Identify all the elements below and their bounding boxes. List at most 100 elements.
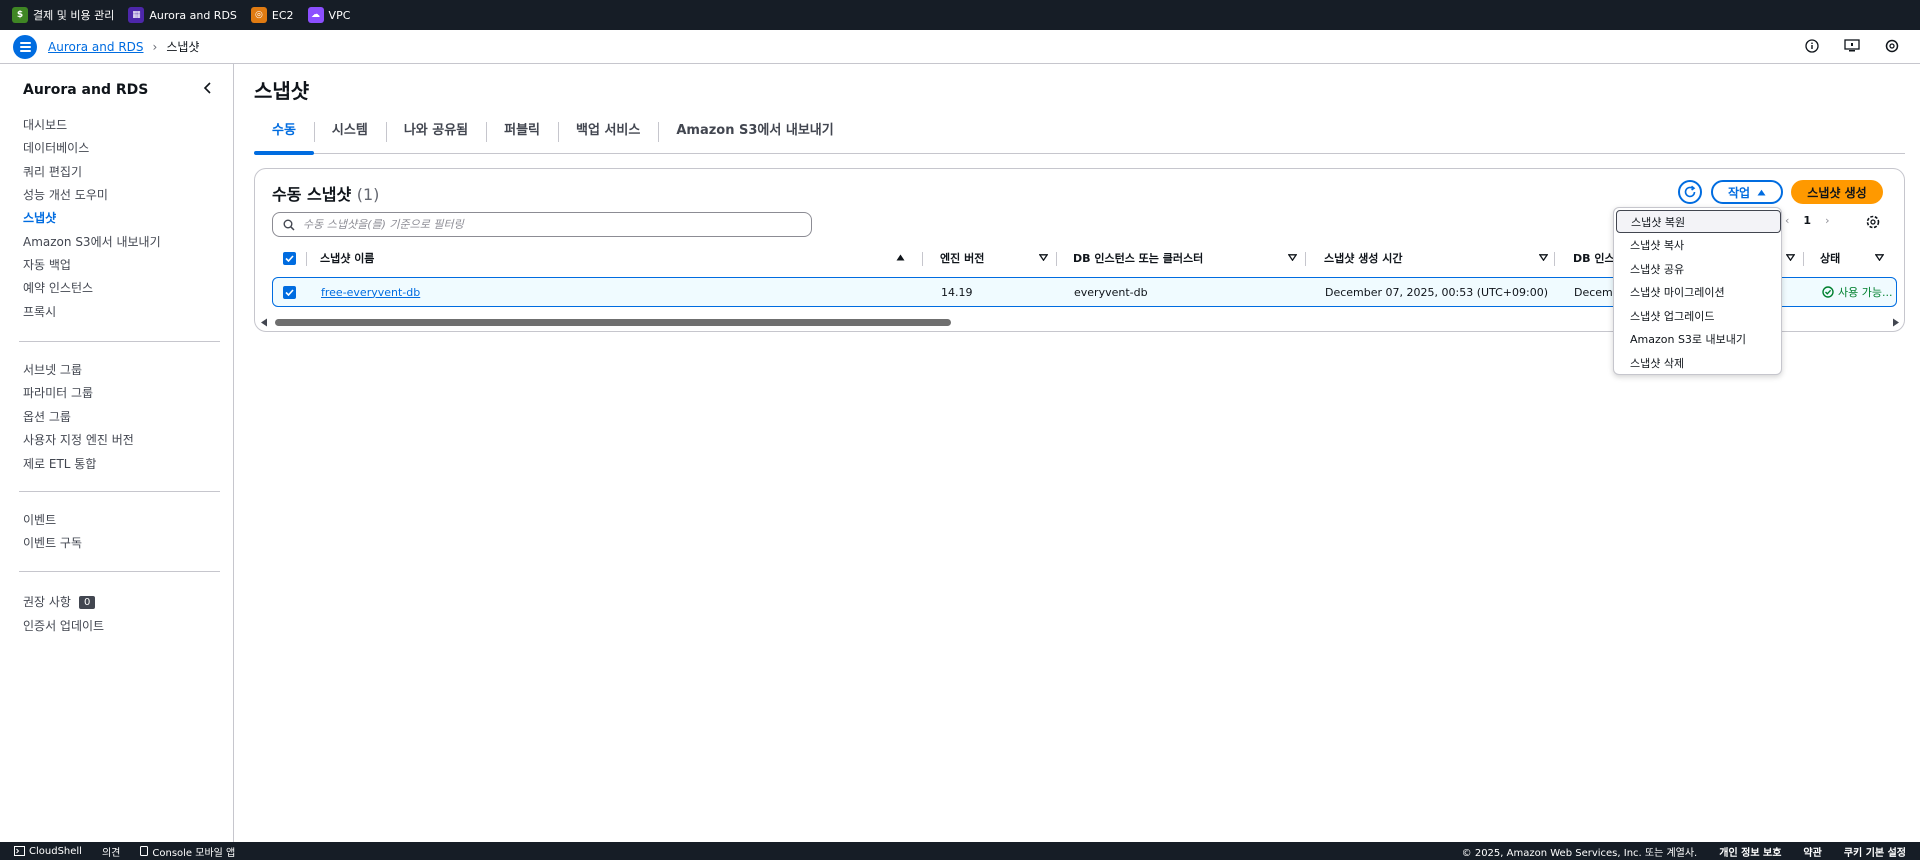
sidebar-item-certificate-update[interactable]: 인증서 업데이트 [23, 617, 104, 634]
status-success-icon [1822, 286, 1834, 298]
sidebar-item-event-subscriptions[interactable]: 이벤트 구독 [23, 534, 82, 551]
menu-item-restore-snapshot[interactable]: 스냅샷 복원 [1616, 210, 1781, 233]
table-settings-icon[interactable] [1865, 214, 1883, 232]
sidebar-item-reserved-instances[interactable]: 예약 인스턴스 [23, 279, 93, 296]
tab-system[interactable]: 시스템 [313, 118, 386, 154]
breadcrumb-current: 스냅샷 [166, 40, 200, 54]
scroll-left-icon[interactable] [260, 318, 268, 327]
column-header-engine-version[interactable]: 엔진 버전 [940, 244, 1056, 272]
actions-dropdown-menu: 스냅샷 복원 스냅샷 복사 스냅샷 공유 스냅샷 마이그레이션 스냅샷 업그레이… [1613, 207, 1782, 375]
favorite-rds[interactable]: ▦ Aurora and RDS [128, 7, 237, 23]
actions-button[interactable]: 작업 [1711, 180, 1783, 204]
breadcrumb-parent[interactable]: Aurora and RDS [48, 40, 144, 54]
column-label: 상태 [1820, 252, 1841, 265]
cell-created-time: December 07, 2025, 00:53 (UTC+09:00) [1325, 285, 1549, 299]
sort-icon [1539, 254, 1548, 261]
settings-gear-icon[interactable] [1882, 36, 1902, 56]
menu-item-delete-snapshot[interactable]: 스냅샷 삭제 [1616, 351, 1781, 374]
terms-link[interactable]: 약관 [1803, 844, 1821, 859]
scroll-right-icon[interactable] [1892, 318, 1900, 327]
panel-title: 수동 스냅샷 (1) [272, 181, 379, 205]
notifications-icon[interactable] [1842, 36, 1862, 56]
tab-public[interactable]: 퍼블릭 [486, 118, 558, 154]
tab-backup-service[interactable]: 백업 서비스 [558, 118, 658, 154]
feedback-label: 의견 [101, 847, 121, 859]
favorite-ec2[interactable]: ◎ EC2 [250, 7, 294, 23]
cloudshell-button[interactable]: CloudShell [14, 846, 82, 857]
breadcrumb-bar: Aurora and RDS › 스냅샷 [0, 30, 1920, 64]
sidebar-item-custom-engine-versions[interactable]: 사용자 지정 엔진 버전 [23, 431, 134, 448]
sidebar-item-query-editor[interactable]: 쿼리 편집기 [23, 163, 82, 180]
column-header-status[interactable]: 상태 [1820, 244, 1892, 272]
sidebar-item-zero-etl[interactable]: 제로 ETL 통합 [23, 455, 96, 472]
ec2-icon: ◎ [250, 7, 267, 23]
search-input[interactable] [303, 218, 783, 231]
menu-item-upgrade-snapshot[interactable]: 스냅샷 업그레이드 [1616, 304, 1781, 327]
sidebar-item-dashboard[interactable]: 대시보드 [23, 116, 67, 133]
favorite-vpc[interactable]: ☁ VPC [307, 7, 350, 23]
sidebar-item-performance-insights[interactable]: 성능 개선 도우미 [23, 186, 108, 203]
menu-icon[interactable] [13, 34, 37, 59]
column-header-db-instance[interactable]: DB 인스턴스 또는 클러스터 [1073, 244, 1305, 272]
sidebar-item-snapshots[interactable]: 스냅샷 [23, 209, 56, 226]
sort-icon [1288, 254, 1297, 261]
cell-status: 사용 가능... [1822, 278, 1892, 306]
column-label: 스냅샷 생성 시간 [1324, 252, 1403, 265]
sidebar-item-s3-export[interactable]: Amazon S3에서 내보내기 [23, 233, 161, 250]
favorite-billing[interactable]: $ 결제 및 비용 관리 [12, 7, 114, 23]
privacy-link[interactable]: 개인 정보 보호 [1719, 844, 1781, 859]
recommendations-count-badge: 0 [78, 596, 96, 609]
footer: CloudShell 의견 Console 모바일 앱 © 2025, Amaz… [0, 842, 1920, 860]
sidebar-item-option-groups[interactable]: 옵션 그룹 [23, 408, 71, 425]
actions-label: 작업 [1727, 185, 1751, 200]
sidebar-divider [19, 491, 220, 492]
sidebar-item-events[interactable]: 이벤트 [23, 511, 56, 528]
previous-page-icon[interactable]: ‹ [1785, 214, 1789, 227]
favorite-label: Aurora and RDS [149, 8, 237, 22]
page-number[interactable]: 1 [1803, 214, 1811, 227]
menu-item-copy-snapshot[interactable]: 스냅샷 복사 [1616, 233, 1781, 256]
column-label: DB 인스턴스 또는 클러스터 [1073, 252, 1204, 265]
column-separator [306, 252, 307, 266]
create-snapshot-button[interactable]: 스냅샷 생성 [1791, 180, 1883, 204]
sidebar-item-parameter-groups[interactable]: 파라미터 그룹 [23, 384, 93, 401]
vpc-icon: ☁ [307, 7, 324, 23]
snapshot-tabs: 수동 시스템 나와 공유됨 퍼블릭 백업 서비스 Amazon S3에서 내보내… [254, 118, 1905, 155]
sidebar-item-proxies[interactable]: 프록시 [23, 303, 56, 320]
sidebar-item-subnet-groups[interactable]: 서브넷 그룹 [23, 361, 82, 378]
terminal-icon [14, 846, 25, 856]
column-label: DB 인스 [1573, 252, 1615, 265]
console-mobile-app-link[interactable]: Console 모바일 앱 [140, 844, 235, 859]
search-field[interactable] [272, 212, 812, 237]
sidebar-divider [19, 571, 220, 572]
refresh-icon [1684, 185, 1696, 198]
menu-item-share-snapshot[interactable]: 스냅샷 공유 [1616, 257, 1781, 280]
select-all-checkbox[interactable] [283, 244, 299, 272]
sidebar-divider [19, 341, 220, 342]
column-header-created-time[interactable]: 스냅샷 생성 시간 [1324, 244, 1556, 272]
tab-shared-with-me[interactable]: 나와 공유됨 [385, 118, 486, 154]
next-page-icon[interactable]: › [1825, 214, 1829, 227]
column-header-snapshot-name[interactable]: 스냅샷 이름 [320, 244, 913, 272]
sidebar-item-recommendations[interactable]: 권장 사항 0 [23, 593, 96, 610]
snapshot-name-link[interactable]: free-everyvent-db [321, 286, 420, 299]
column-label: 스냅샷 이름 [320, 252, 375, 265]
row-checkbox[interactable] [283, 278, 296, 306]
favorite-label: 결제 및 비용 관리 [33, 9, 115, 22]
tab-s3-export[interactable]: Amazon S3에서 내보내기 [658, 118, 851, 154]
column-label: 엔진 버전 [940, 252, 985, 265]
menu-item-migrate-snapshot[interactable]: 스냅샷 마이그레이션 [1616, 280, 1781, 303]
status-text: 사용 가능... [1838, 286, 1893, 299]
tab-manual[interactable]: 수동 [254, 118, 314, 155]
menu-item-export-to-s3[interactable]: Amazon S3로 내보내기 [1616, 327, 1781, 350]
feedback-link[interactable]: 의견 [102, 844, 120, 859]
chevron-left-icon[interactable] [200, 80, 216, 96]
cookie-preferences-link[interactable]: 쿠키 기본 설정 [1844, 844, 1906, 859]
rds-icon: ▦ [128, 7, 145, 23]
scrollbar-thumb[interactable] [275, 319, 951, 326]
refresh-button[interactable] [1678, 180, 1702, 204]
sort-ascending-icon [896, 254, 905, 261]
sidebar-item-databases[interactable]: 데이터베이스 [23, 139, 89, 156]
sidebar-item-automated-backups[interactable]: 자동 백업 [23, 256, 71, 273]
info-icon[interactable] [1802, 36, 1822, 56]
